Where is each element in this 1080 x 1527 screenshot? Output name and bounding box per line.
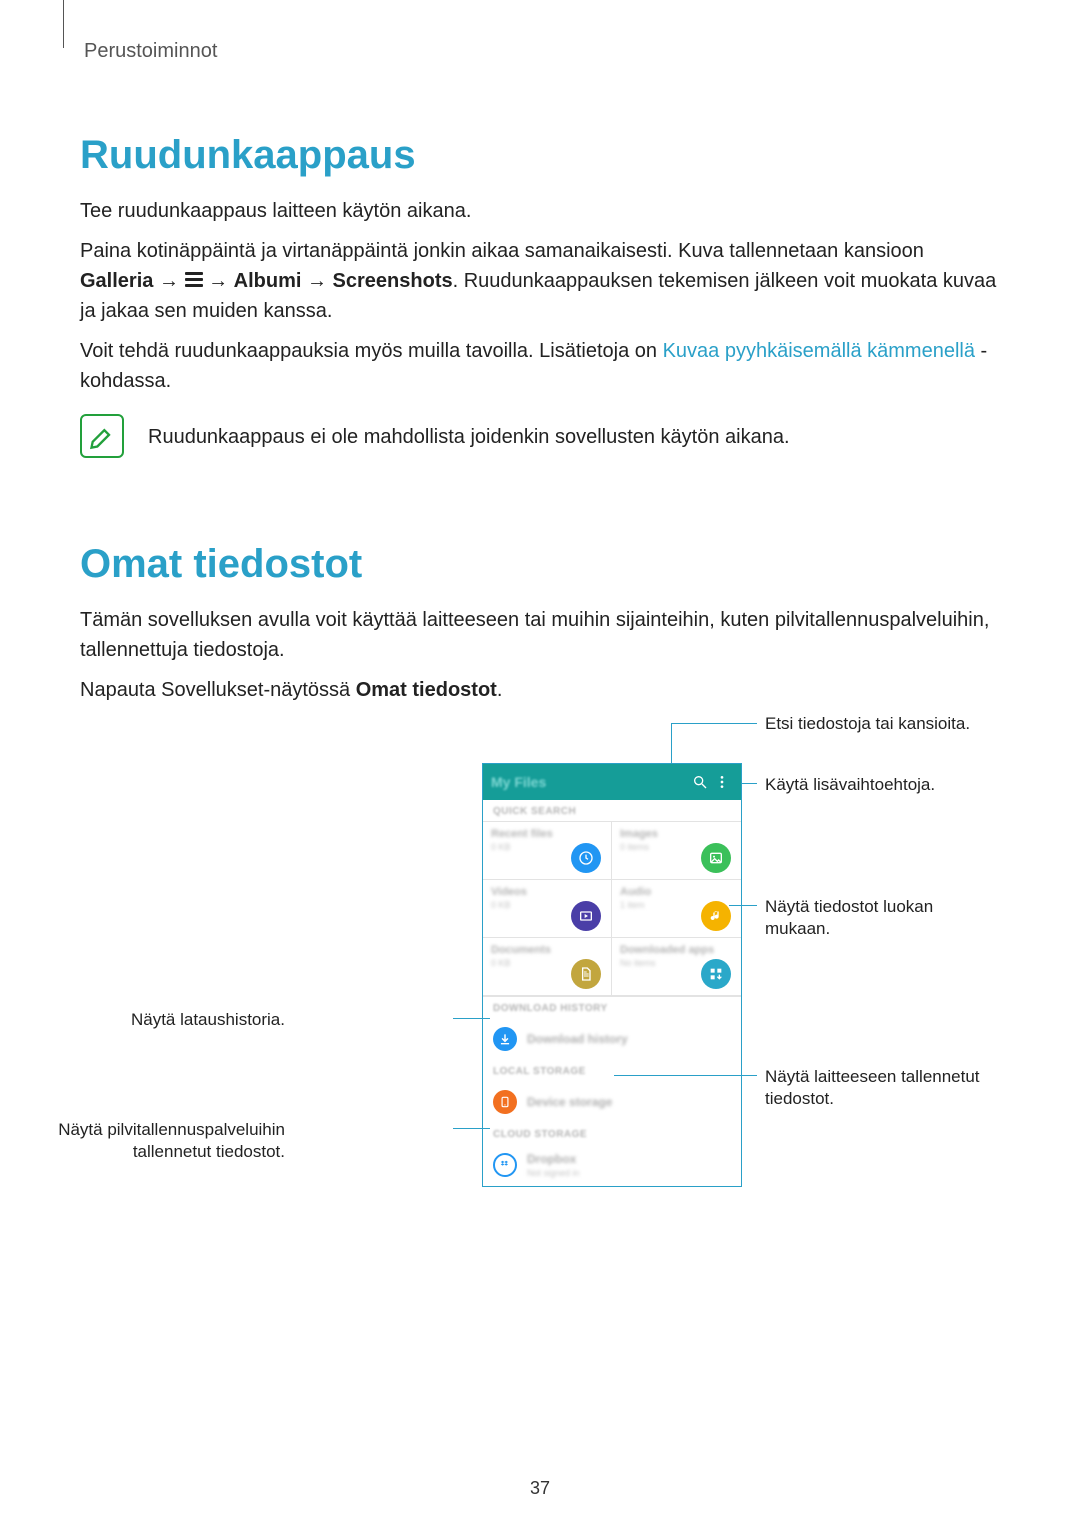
- text-s2-p1: Tämän sovelluksen avulla voit käyttää la…: [80, 605, 1000, 665]
- dl-header: DOWNLOAD HISTORY: [483, 997, 741, 1018]
- audio-icon: [701, 901, 731, 931]
- local-header: LOCAL STORAGE: [483, 1060, 741, 1081]
- page-number: 37: [0, 1478, 1080, 1499]
- phone-screenshot: My Files QUICK SEARCH Recent files0 KB: [482, 763, 742, 1187]
- device-storage-icon: [493, 1090, 517, 1114]
- cell-videos: Videos0 KB: [483, 880, 612, 938]
- text-s1-p2: Paina kotinäppäintä ja virtanäppäintä jo…: [80, 236, 1000, 326]
- cell-downloaded-apps: Downloaded appsNo items: [612, 938, 741, 996]
- callout-search: Etsi tiedostoja tai kansioita.: [765, 713, 970, 735]
- text-s1-p1: Tee ruudunkaappaus laitteen käytön aikan…: [80, 196, 1000, 226]
- dropbox-icon: [493, 1153, 517, 1177]
- download-icon: [493, 1027, 517, 1051]
- cell-audio: Audio1 item: [612, 880, 741, 938]
- search-icon: [689, 774, 711, 790]
- apps-icon: [701, 959, 731, 989]
- app-titlebar: My Files: [483, 764, 741, 800]
- callout-more: Käytä lisävaihtoehtoja.: [765, 774, 935, 796]
- page-header: Perustoiminnot: [84, 40, 1000, 63]
- callout-device: Näytä laitteeseen tallennetut tiedostot.: [765, 1066, 1025, 1110]
- category-grid: Recent files0 KB Images0 items Videos0 K…: [483, 821, 741, 996]
- cell-images: Images0 items: [612, 822, 741, 880]
- text-s2-p2: Napauta Sovellukset-näytössä Omat tiedos…: [80, 675, 1000, 705]
- note-icon: [80, 414, 124, 458]
- link-palm-swipe[interactable]: Kuvaa pyyhkäisemällä kämmenellä: [663, 340, 975, 362]
- heading-myfiles: Omat tiedostot: [80, 542, 1000, 587]
- hamburger-icon: [185, 269, 203, 290]
- recent-icon: [571, 843, 601, 873]
- heading-screenshot: Ruudunkaappaus: [80, 133, 1000, 178]
- note-text: Ruudunkaappaus ei ole mahdollista joiden…: [148, 422, 790, 452]
- row-device-storage: Device storage: [483, 1081, 741, 1123]
- row-dropbox: DropboxNot signed in: [483, 1144, 741, 1186]
- row-download-history: Download history: [483, 1018, 741, 1060]
- documents-icon: [571, 959, 601, 989]
- callout-category: Näytä tiedostot luokan mukaan.: [765, 896, 1000, 940]
- cell-documents: Documents0 KB: [483, 938, 612, 996]
- cell-recent: Recent files0 KB: [483, 822, 612, 880]
- callout-downloads: Näytä lataushistoria.: [131, 1009, 285, 1031]
- more-icon: [711, 774, 733, 790]
- callout-cloud: Näytä pilvitallennuspalveluihin tallenne…: [5, 1119, 285, 1163]
- quick-search-label: QUICK SEARCH: [483, 800, 741, 821]
- cloud-header: CLOUD STORAGE: [483, 1123, 741, 1144]
- text-s1-p3: Voit tehdä ruudunkaappauksia myös muilla…: [80, 336, 1000, 396]
- videos-icon: [571, 901, 601, 931]
- images-icon: [701, 843, 731, 873]
